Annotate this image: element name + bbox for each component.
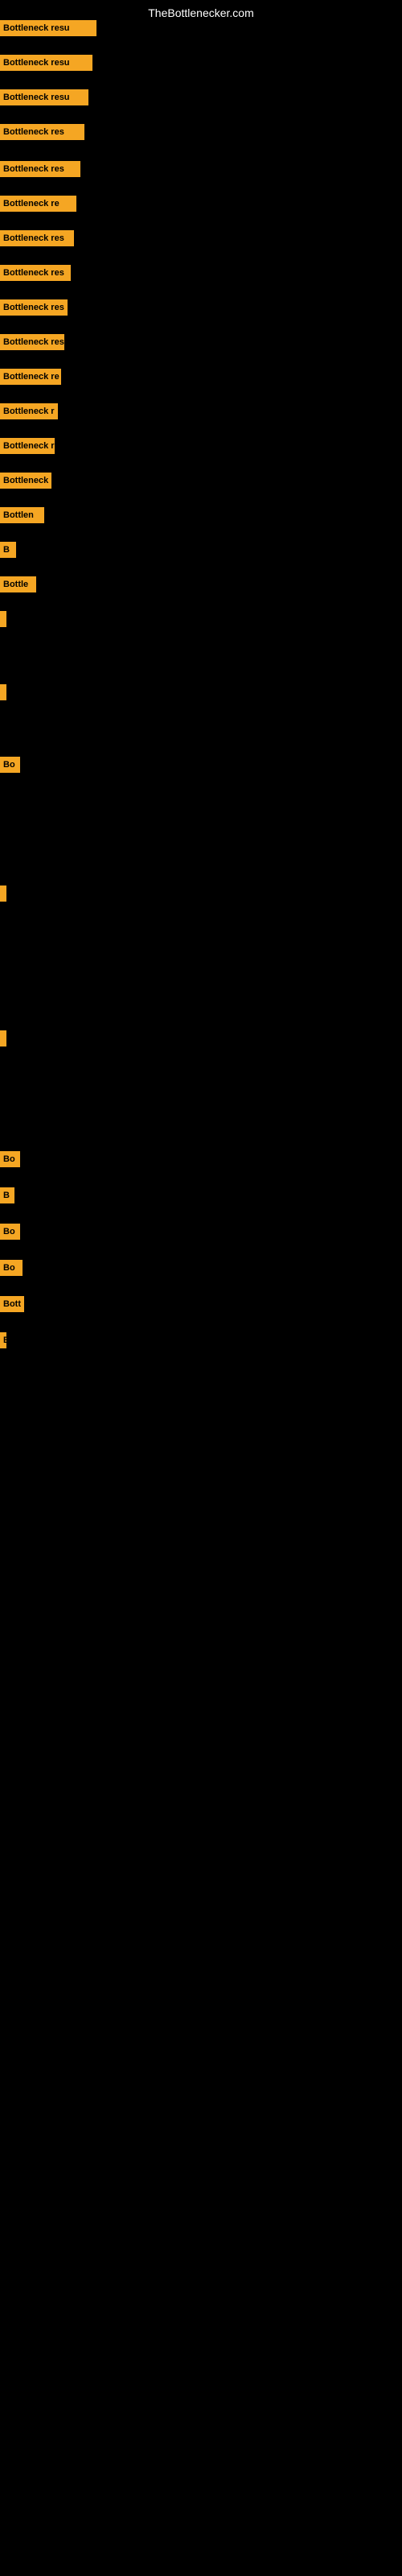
bottleneck-bar: Bo: [0, 1260, 23, 1276]
bottleneck-bar: Bottleneck resu: [0, 89, 88, 105]
bottleneck-bar: Bo: [0, 1151, 20, 1167]
bottleneck-bar: Bottleneck resu: [0, 55, 92, 71]
bottleneck-bar: B: [0, 542, 16, 558]
bottleneck-bar: Bottleneck r: [0, 403, 58, 419]
bottleneck-bar: Bottleneck r: [0, 473, 51, 489]
bottleneck-bar: Bottleneck res: [0, 334, 64, 350]
bottleneck-bar: Bottleneck re: [0, 196, 76, 212]
bottleneck-bar: [0, 1030, 6, 1046]
bottleneck-bar: [0, 611, 6, 627]
bottleneck-bar: Bottleneck resu: [0, 20, 96, 36]
bottleneck-bar: Bottleneck res: [0, 299, 68, 316]
bottleneck-bar: Bottleneck re: [0, 369, 61, 385]
bottleneck-bar: Bottleneck res: [0, 265, 71, 281]
bottleneck-bar: Bottleneck res: [0, 230, 74, 246]
bottleneck-bar: Bottle: [0, 576, 36, 592]
bottleneck-bar: [0, 684, 6, 700]
bottleneck-bar: Bottleneck res: [0, 161, 80, 177]
bottleneck-bar: Bo: [0, 757, 20, 773]
bottleneck-bar: Bottlen: [0, 507, 44, 523]
bottleneck-bar: [0, 886, 6, 902]
bottleneck-bar: Bo: [0, 1224, 20, 1240]
bottleneck-bar: Bottleneck res: [0, 124, 84, 140]
bottleneck-bar: B: [0, 1187, 14, 1203]
bottleneck-bar: Bottleneck r: [0, 438, 55, 454]
bottleneck-bar: Bott: [0, 1296, 24, 1312]
bottleneck-bar: B: [0, 1332, 6, 1348]
